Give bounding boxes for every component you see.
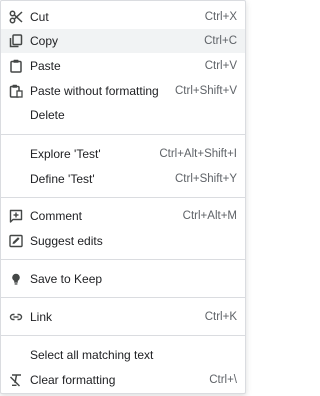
menu-item-copy[interactable]: Copy Ctrl+C (1, 29, 245, 53)
menu-item-suggest-edits[interactable]: Suggest edits (1, 229, 245, 253)
link-icon (9, 310, 23, 324)
menu-item-link[interactable]: Link Ctrl+K (1, 305, 245, 329)
menu-separator (1, 259, 245, 260)
menu-item-shortcut: Ctrl+Shift+V (175, 85, 237, 97)
menu-item-label: Cut (30, 10, 49, 24)
menu-item-label: Comment (30, 209, 83, 223)
clipboard-icon (9, 59, 23, 73)
menu-item-shortcut: Ctrl+\ (209, 374, 237, 386)
menu-item-label: Select all matching text (30, 348, 154, 362)
menu-item-shortcut: Ctrl+Alt+Shift+I (159, 148, 237, 160)
context-menu: Cut Ctrl+X Copy Ctrl+C Paste Ctrl+V Past… (0, 0, 246, 394)
clear-formatting-icon (9, 373, 23, 387)
menu-separator (1, 197, 245, 198)
menu-item-label: Save to Keep (30, 272, 103, 286)
menu-item-shortcut: Ctrl+Shift+Y (175, 173, 237, 185)
add-comment-icon (9, 209, 23, 223)
menu-item-paste-without-formatting[interactable]: Paste without formatting Ctrl+Shift+V (1, 79, 245, 103)
menu-item-shortcut: Ctrl+V (204, 60, 237, 72)
menu-item-shortcut: Ctrl+C (204, 35, 237, 47)
menu-item-shortcut: Ctrl+Alt+M (182, 210, 237, 222)
suggest-edits-icon (9, 234, 23, 248)
menu-separator (1, 335, 245, 336)
menu-item-explore[interactable]: Explore 'Test' Ctrl+Alt+Shift+I (1, 142, 245, 166)
menu-item-clear-formatting[interactable]: Clear formatting Ctrl+\ (1, 368, 245, 392)
menu-item-paste[interactable]: Paste Ctrl+V (1, 54, 245, 78)
menu-item-comment[interactable]: Comment Ctrl+Alt+M (1, 204, 245, 228)
menu-separator (1, 297, 245, 298)
menu-separator (1, 134, 245, 135)
menu-item-label: Paste (30, 59, 61, 73)
menu-item-label: Suggest edits (30, 234, 103, 248)
menu-item-delete[interactable]: Delete (1, 103, 245, 127)
scissors-icon (9, 10, 23, 24)
menu-item-label: Copy (30, 34, 59, 48)
menu-item-define[interactable]: Define 'Test' Ctrl+Shift+Y (1, 167, 245, 191)
keep-bulb-icon (9, 272, 23, 286)
menu-item-label: Paste without formatting (30, 84, 159, 98)
menu-item-save-to-keep[interactable]: Save to Keep (1, 267, 245, 291)
menu-item-cut[interactable]: Cut Ctrl+X (1, 5, 245, 29)
menu-item-label: Delete (30, 108, 65, 122)
menu-item-label: Explore 'Test' (30, 147, 101, 161)
menu-item-label: Define 'Test' (30, 172, 95, 186)
paste-plain-icon (9, 84, 23, 98)
menu-item-shortcut: Ctrl+X (204, 11, 237, 23)
menu-item-label: Clear formatting (30, 373, 116, 387)
menu-item-label: Link (30, 310, 53, 324)
copy-icon (9, 34, 23, 48)
menu-item-select-all-matching[interactable]: Select all matching text (1, 343, 245, 367)
menu-item-shortcut: Ctrl+K (204, 311, 237, 323)
